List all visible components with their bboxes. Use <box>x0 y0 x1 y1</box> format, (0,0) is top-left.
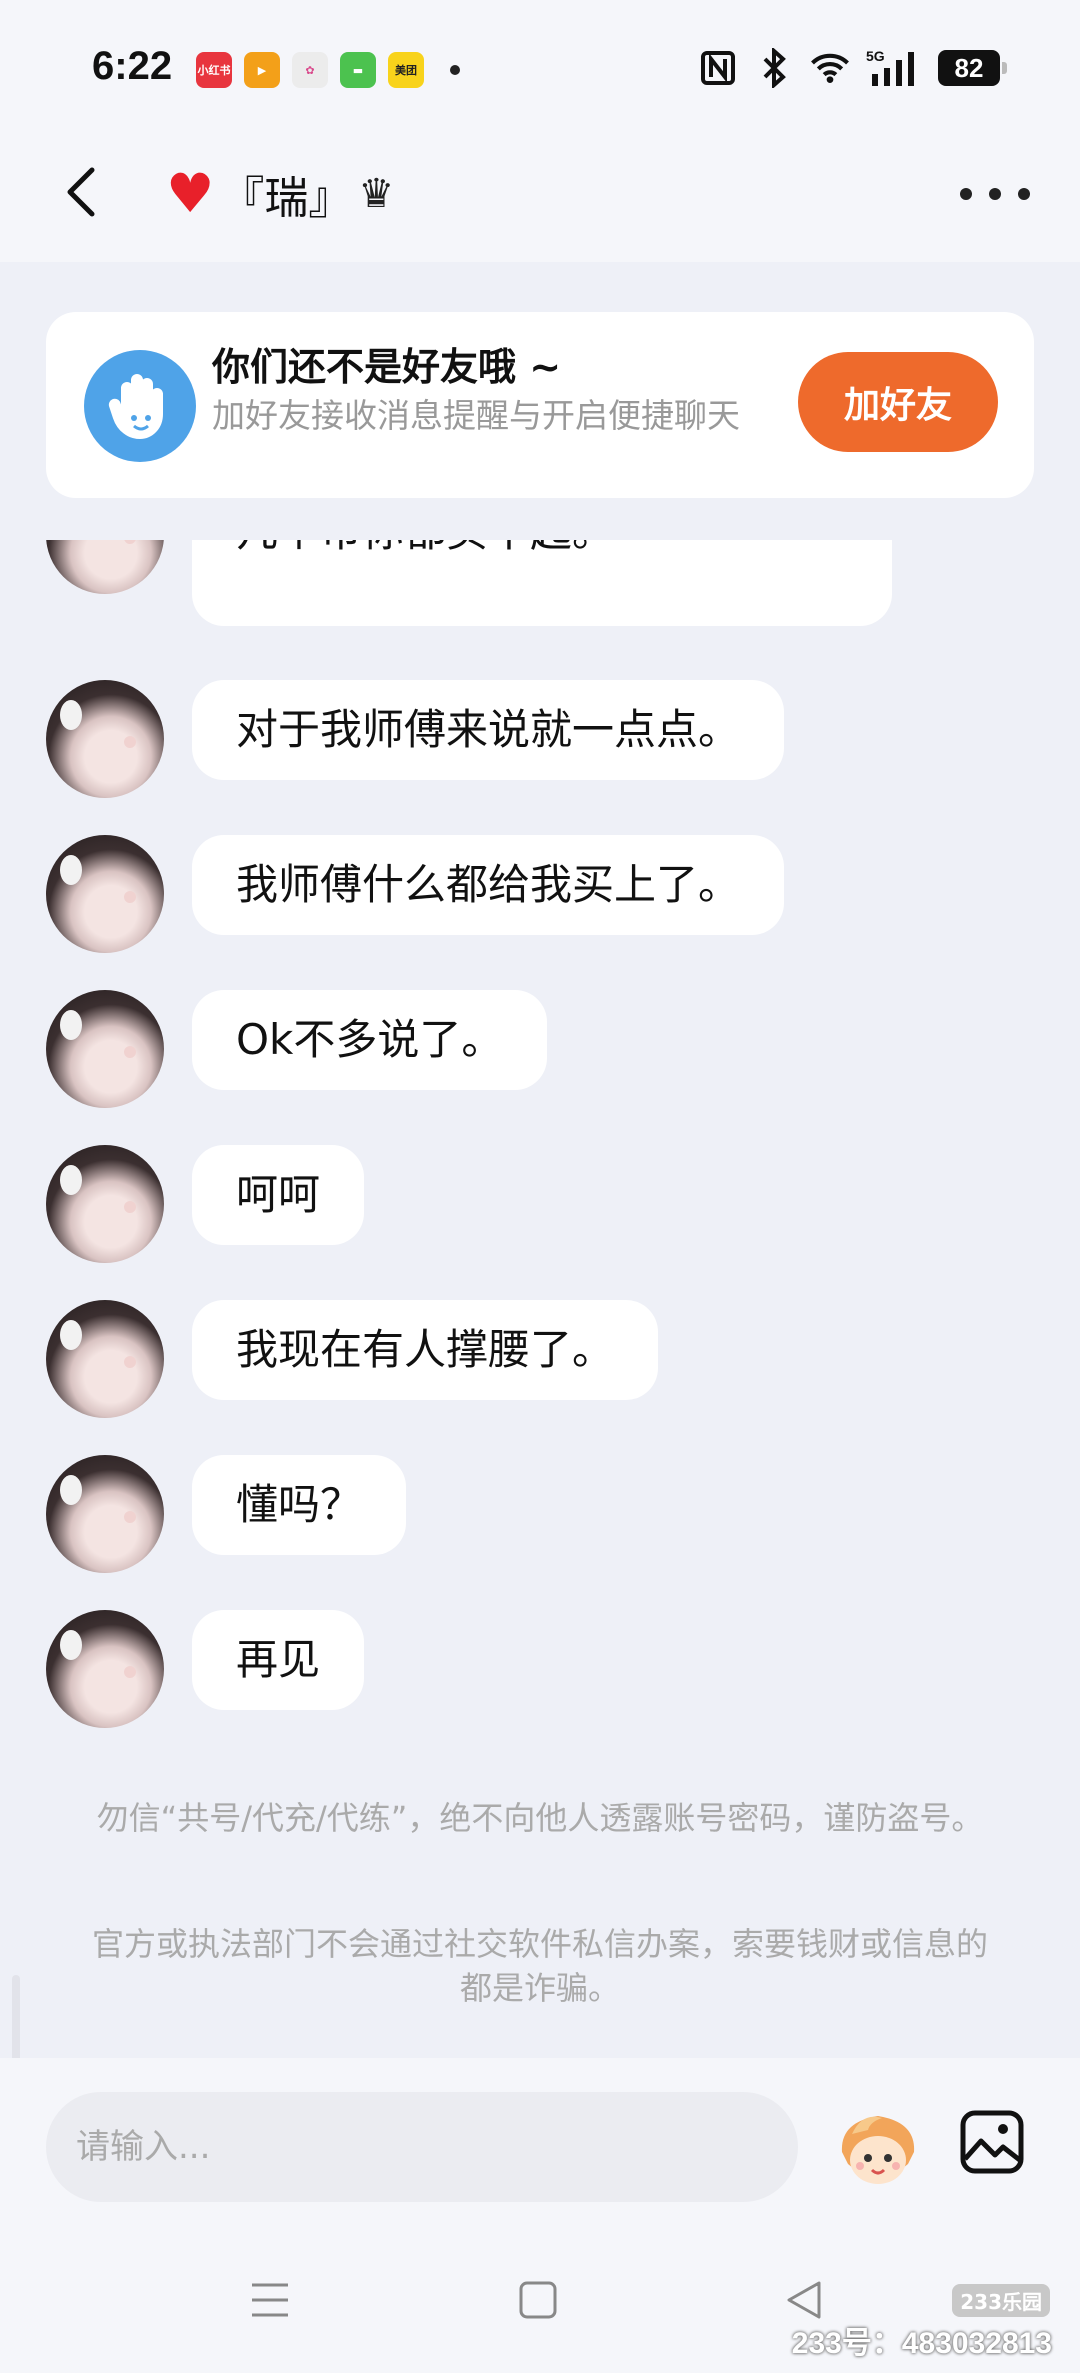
more-notifications-dot <box>450 65 460 75</box>
banner-title: 你们还不是好友哦 ~ <box>212 345 562 389</box>
notification-app-icons: 小红书 ▶ ✿ ▬ 美团 <box>196 52 460 88</box>
more-options-button[interactable] <box>960 174 1030 214</box>
security-warning: 勿信“共号/代充/代练”，绝不向他人透露账号密码，谨防盗号。 <box>96 1799 984 1837</box>
image-icon <box>960 2110 1024 2174</box>
add-friend-button[interactable]: 加好友 <box>798 352 998 452</box>
crown-icon: ♛ <box>358 171 395 217</box>
avatar[interactable] <box>46 990 164 1108</box>
message-bubble[interactable]: 我师傅什么都给我买上了。 <box>192 835 785 935</box>
triangle-back-icon <box>787 2281 821 2319</box>
avatar[interactable] <box>46 1300 164 1418</box>
photos-app-icon: ✿ <box>292 52 328 88</box>
sticker-button[interactable] <box>828 2098 928 2198</box>
avatar[interactable] <box>46 1455 164 1573</box>
nfc-icon <box>698 48 738 88</box>
bluetooth-icon <box>754 48 794 88</box>
signal-5g-icon: 5G <box>866 48 922 88</box>
chat-title-name: 『瑞』 <box>220 173 353 224</box>
back-button[interactable] <box>50 160 114 224</box>
xiaohongshu-icon: 小红书 <box>196 52 232 88</box>
banner-subtitle: 加好友接收消息提醒与开启便捷聊天 <box>212 396 740 435</box>
messages-app-icon: ▬ <box>340 52 376 88</box>
menu-lines-icon <box>252 2283 288 2317</box>
avatar[interactable] <box>46 835 164 953</box>
status-time: 6:22 <box>92 44 173 88</box>
status-icons: 5G 82 <box>698 48 1007 88</box>
meituan-app-icon: 美团 <box>388 52 424 88</box>
avatar[interactable] <box>46 1145 164 1263</box>
message-bubble[interactable]: 呵呵 <box>192 1145 365 1245</box>
message-text: 几个币你都买不起。 <box>236 540 848 560</box>
not-friends-banner: 你们还不是好友哦 ~ 加好友接收消息提醒与开启便捷聊天 加好友 <box>46 312 1034 498</box>
home-button[interactable] <box>498 2260 578 2340</box>
message-bubble[interactable]: ... 几个币你都买不起。 <box>192 540 892 626</box>
watermark-id: 233号：483032813 <box>791 2327 1052 2360</box>
message-input[interactable] <box>76 2127 798 2167</box>
watermark-logo: 233乐园 <box>952 2284 1050 2317</box>
fraud-warning: 官方或执法部门不会通过社交软件私信办案，索要钱财或信息的都是诈骗。 <box>91 1925 988 2007</box>
message-bubble[interactable]: 再见 <box>192 1610 365 1710</box>
heart-icon: ♥ <box>166 162 215 225</box>
recent-apps-button[interactable] <box>230 2260 310 2340</box>
avatar[interactable] <box>46 680 164 798</box>
message-list[interactable]: ... 几个币你都买不起。 对于我师傅来说就一点点。 我师傅什么都给我买上了。 … <box>0 540 1080 1740</box>
avatar[interactable] <box>46 540 164 594</box>
svg-text:5G: 5G <box>866 48 885 64</box>
top-area: 6:22 小红书 ▶ ✿ ▬ 美团 5G 82 ♥ 『瑞』 ♛ <box>0 0 1080 262</box>
message-input-box[interactable] <box>46 2092 798 2202</box>
back-arrow-icon <box>67 167 95 217</box>
chat-title: ♥ 『瑞』 ♛ <box>166 162 394 226</box>
message-bubble[interactable]: 懂吗？ <box>192 1455 407 1555</box>
more-dot-icon <box>960 188 972 200</box>
message-bubble[interactable]: 对于我师傅来说就一点点。 <box>192 680 785 780</box>
avatar[interactable] <box>46 1610 164 1728</box>
message-bubble[interactable]: 我现在有人撑腰了。 <box>192 1300 659 1400</box>
status-bar: 6:22 小红书 ▶ ✿ ▬ 美团 5G 82 <box>0 0 1080 140</box>
video-app-icon: ▶ <box>244 52 280 88</box>
more-dot-icon <box>989 188 1001 200</box>
message-bubble[interactable]: Ok不多说了。 <box>192 990 548 1090</box>
square-icon <box>519 2281 557 2319</box>
wave-hand-icon <box>84 350 196 462</box>
more-dot-icon <box>1018 188 1030 200</box>
chat-header: ♥ 『瑞』 ♛ <box>0 140 1080 262</box>
wifi-icon <box>810 48 850 88</box>
mascot-face-icon <box>841 2116 915 2184</box>
battery-indicator: 82 <box>938 50 1007 86</box>
send-image-button[interactable] <box>954 2104 1030 2180</box>
